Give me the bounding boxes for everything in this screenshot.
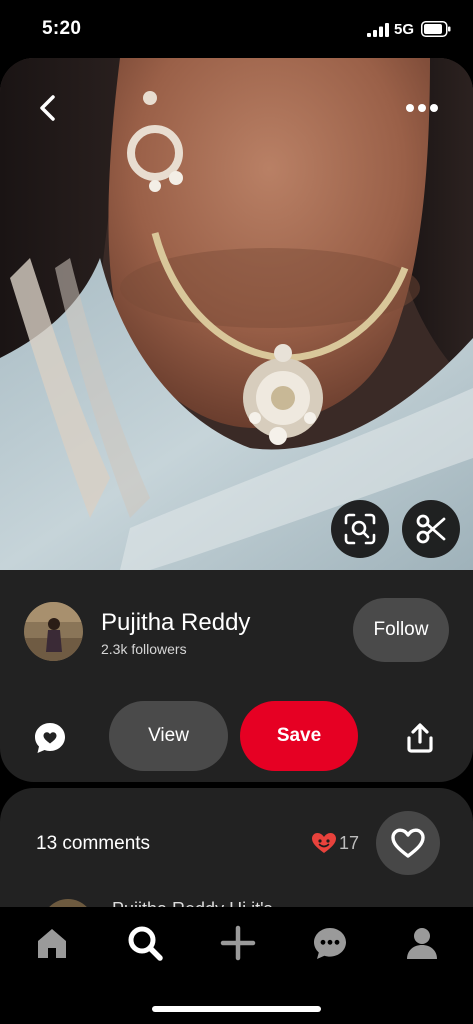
nav-messages[interactable] xyxy=(308,921,352,965)
avatar-photo xyxy=(24,602,83,661)
share-button[interactable] xyxy=(398,716,442,760)
search-icon xyxy=(128,926,163,961)
heart-outline-icon xyxy=(391,828,425,858)
creator-followers: 2.3k followers xyxy=(101,641,187,657)
chevron-left-icon xyxy=(40,95,55,121)
visual-search-button[interactable] xyxy=(331,500,389,558)
reaction-summary[interactable]: 17 xyxy=(311,832,359,854)
back-button[interactable] xyxy=(26,86,70,130)
profile-icon xyxy=(407,928,437,959)
lens-search-icon xyxy=(344,513,376,545)
nav-home[interactable] xyxy=(30,921,74,965)
messages-icon xyxy=(314,928,346,959)
status-bar: 5:20 5G xyxy=(0,0,473,60)
bottom-nav xyxy=(0,907,473,1024)
home-indicator xyxy=(152,1006,321,1012)
comment-reaction-button[interactable] xyxy=(28,716,72,760)
nav-create[interactable] xyxy=(216,921,260,965)
pin-image[interactable] xyxy=(0,58,473,570)
comments-count[interactable]: 13 comments xyxy=(36,833,150,855)
like-button[interactable] xyxy=(376,811,440,875)
pin-photo xyxy=(0,58,473,570)
scissors-icon xyxy=(416,514,446,544)
follow-button[interactable]: Follow xyxy=(353,598,449,662)
creator-name[interactable]: Pujitha Reddy xyxy=(101,609,250,637)
nav-profile[interactable] xyxy=(400,921,444,965)
status-time: 5:20 xyxy=(42,18,82,39)
reaction-heart-icon xyxy=(312,833,336,853)
create-icon xyxy=(220,925,256,961)
signal-icon xyxy=(367,23,389,37)
nav-search[interactable] xyxy=(123,921,167,965)
comment-heart-icon xyxy=(35,723,65,753)
creator-row: Pujitha Reddy 2.3k followers Follow xyxy=(0,598,473,670)
more-options-button[interactable] xyxy=(400,86,444,130)
network-label: 5G xyxy=(394,21,415,38)
view-button[interactable]: View xyxy=(109,701,228,771)
reaction-count: 17 xyxy=(339,832,360,853)
share-icon xyxy=(407,723,433,753)
pin-action-row: View Save xyxy=(0,700,473,774)
battery-icon xyxy=(421,21,451,37)
cutout-button[interactable] xyxy=(402,500,460,558)
pin-card: Pujitha Reddy 2.3k followers Follow View… xyxy=(0,58,473,782)
save-button[interactable]: Save xyxy=(240,701,358,771)
creator-avatar[interactable] xyxy=(24,602,83,661)
ellipsis-icon xyxy=(406,104,438,112)
home-icon xyxy=(38,929,66,958)
